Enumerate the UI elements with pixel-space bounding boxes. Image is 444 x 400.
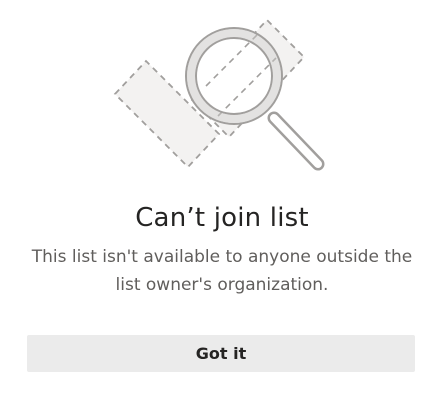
dialog-title: Can’t join list: [135, 203, 309, 233]
magnifier-ring: [185, 27, 283, 125]
dialog-message: This list isn't available to anyone outs…: [31, 247, 413, 295]
cant-join-list-dialog: Can’t join list This list isn't availabl…: [0, 0, 444, 400]
got-it-button[interactable]: Got it: [27, 335, 415, 372]
magnifier-broken-checkmark-icon: [113, 18, 325, 171]
